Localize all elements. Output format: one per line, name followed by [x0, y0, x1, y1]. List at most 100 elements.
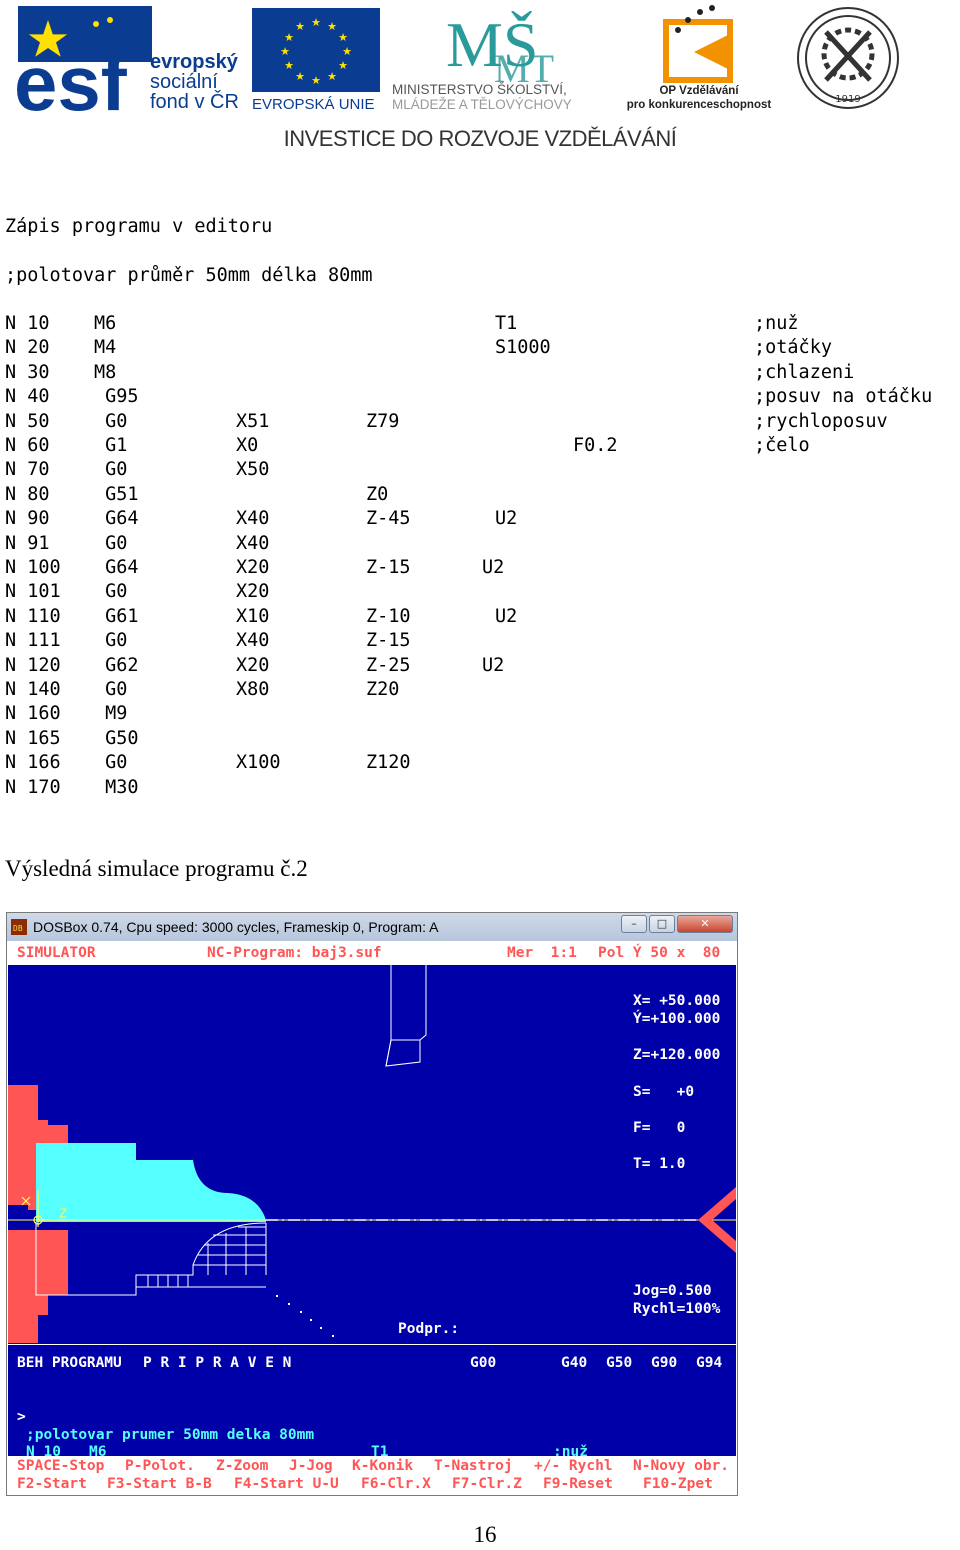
- program-code: G0: [94, 410, 128, 432]
- program-comment: ;otáčky: [754, 337, 832, 359]
- function-key-menu: SPACE-Stop P-Polot. Z-Zoom J-Jog K-Konik…: [8, 1456, 736, 1495]
- menu-space-stop[interactable]: SPACE-Stop: [17, 1458, 104, 1474]
- program-x-value: X51: [236, 410, 270, 432]
- menu-f2-start[interactable]: F2-Start: [17, 1476, 87, 1492]
- menu-f7-clr-z[interactable]: F7-Clr.Z: [452, 1476, 522, 1492]
- program-z-value: Z-25: [366, 654, 411, 676]
- minimize-button[interactable]: –: [621, 915, 647, 933]
- menu-nastroj[interactable]: T-Nastroj: [434, 1458, 513, 1474]
- workpiece: [36, 1143, 266, 1220]
- program-code: G64: [94, 508, 139, 530]
- window-titlebar[interactable]: DB DOSBox 0.74, Cpu speed: 3000 cycles, …: [7, 913, 737, 941]
- menu-f9-reset[interactable]: F9-Reset: [543, 1476, 613, 1492]
- menu-f6-clr-x[interactable]: F6-Clr.X: [361, 1476, 431, 1492]
- program-x-value: X50: [236, 459, 270, 481]
- program-line-number: N 100: [5, 557, 61, 578]
- program-line-number: N 101: [5, 581, 61, 603]
- g-code-status-g90: G90: [651, 1355, 678, 1371]
- chuck-lower-jaw: [8, 1230, 68, 1343]
- program-z-value: Z20: [366, 679, 400, 700]
- program-code: G1: [94, 435, 128, 456]
- menu-f10-zpet[interactable]: F10-Zpet: [643, 1476, 713, 1492]
- program-line-number: N 10: [5, 313, 50, 334]
- support-readout: Podpr.:: [398, 1321, 460, 1337]
- page-number: 16: [473, 1522, 497, 1547]
- program-line-number: N 80: [5, 483, 50, 505]
- mode-label: SIMULATOR: [17, 945, 96, 961]
- menu-rychl[interactable]: +/- Rychl: [534, 1458, 613, 1474]
- svg-text:DB: DB: [13, 924, 23, 933]
- program-line-number: N 30: [5, 361, 50, 383]
- program-line-number: N 140: [5, 679, 61, 700]
- program-param: U2: [482, 557, 505, 578]
- program-line-number: N 70: [5, 459, 50, 481]
- ready-state: P R I P R A V E N: [143, 1355, 292, 1371]
- program-code: G0: [94, 581, 128, 603]
- maximize-button[interactable]: □: [649, 915, 675, 933]
- close-button[interactable]: ✕: [677, 915, 733, 933]
- program-z-value: Z-15: [366, 557, 411, 578]
- program-param: S1000: [495, 337, 551, 359]
- dosbox-app-icon: DB: [11, 919, 27, 935]
- window-title: DOSBox 0.74, Cpu speed: 3000 cycles, Fra…: [33, 919, 439, 935]
- nc-program-name: NC-Program: baj3.suf: [207, 945, 382, 961]
- menu-polot[interactable]: P-Polot.: [125, 1458, 195, 1474]
- program-code: M4: [94, 337, 117, 359]
- program-line-number: N 160: [5, 703, 61, 725]
- program-param: T1: [495, 313, 518, 334]
- menu-f4-start-uu[interactable]: F4-Start U-U: [234, 1476, 339, 1492]
- program-code: G51: [94, 483, 139, 505]
- stock-size-readout: Pol Ý 50 x 80: [598, 945, 721, 961]
- console-line-1: ;polotovar prumer 50mm delka 80mm: [26, 1427, 315, 1443]
- menu-f3-start-bb[interactable]: F3-Start B-B: [107, 1476, 212, 1492]
- nc-program-listing: N 10 M6 T1 ;nuž N 20 M4 S1000 ;otáčky N 30 M8 ;chl…: [0, 0, 960, 820]
- program-feed: F0.2: [573, 435, 618, 456]
- program-code: G0: [94, 679, 128, 700]
- x-position-readout: X= +50.000: [633, 993, 721, 1009]
- turning-tool: [385, 965, 427, 1067]
- program-comment: ;posuv na otáčku: [754, 386, 933, 408]
- program-x-value: X40: [236, 508, 270, 530]
- menu-jog[interactable]: J-Jog: [289, 1458, 333, 1474]
- program-z-value: Z-15: [366, 630, 411, 652]
- menu-konik[interactable]: K-Konik: [352, 1458, 413, 1474]
- program-x-value: X0: [236, 435, 259, 456]
- program-param: U2: [482, 654, 505, 676]
- program-comment: ;rychloposuv: [754, 410, 888, 432]
- simulation-graphics: [8, 965, 736, 1343]
- program-line-number: N 111: [5, 630, 61, 652]
- jog-readout: Jog=0.500: [633, 1283, 712, 1299]
- program-z-value: Z-10: [366, 605, 411, 627]
- program-param: U2: [495, 508, 518, 530]
- program-x-value: X40: [236, 532, 270, 554]
- program-x-value: X20: [236, 557, 270, 578]
- program-line-number: N 120: [5, 654, 61, 676]
- program-code: G61: [94, 605, 139, 627]
- program-line-number: N 165: [5, 727, 61, 749]
- program-x-value: X80: [236, 679, 270, 700]
- spindle-speed-readout: S= +0: [633, 1084, 695, 1100]
- program-line-number: N 60: [5, 435, 50, 456]
- program-x-value: X20: [236, 581, 270, 603]
- program-code: G64: [94, 557, 139, 578]
- program-line-number: N 166: [5, 752, 61, 774]
- program-comment: ;chlazeni: [754, 361, 855, 383]
- program-line-number: N 20: [5, 337, 50, 359]
- program-code: G0: [94, 752, 128, 774]
- dos-screen[interactable]: SIMULATOR NC-Program: baj3.suf Mer 1:1 P…: [8, 941, 736, 1495]
- program-code: G95: [94, 386, 139, 408]
- program-code: M6: [94, 313, 117, 334]
- program-line-number: N 40: [5, 386, 50, 408]
- menu-zoom[interactable]: Z-Zoom: [216, 1458, 268, 1474]
- program-x-value: X20: [236, 654, 270, 676]
- run-status-label: BEH PROGRAMU: [17, 1355, 122, 1371]
- program-line-number: N 110: [5, 605, 61, 627]
- program-z-value: Z79: [366, 410, 400, 432]
- program-code: M8: [94, 361, 117, 383]
- program-line-number: N 91: [5, 532, 50, 554]
- program-x-value: X40: [236, 630, 270, 652]
- program-code: G0: [94, 459, 128, 481]
- menu-novy-obr[interactable]: N-Novy obr.: [633, 1458, 729, 1474]
- program-line-number: N 50: [5, 410, 50, 432]
- program-code: G50: [94, 727, 139, 749]
